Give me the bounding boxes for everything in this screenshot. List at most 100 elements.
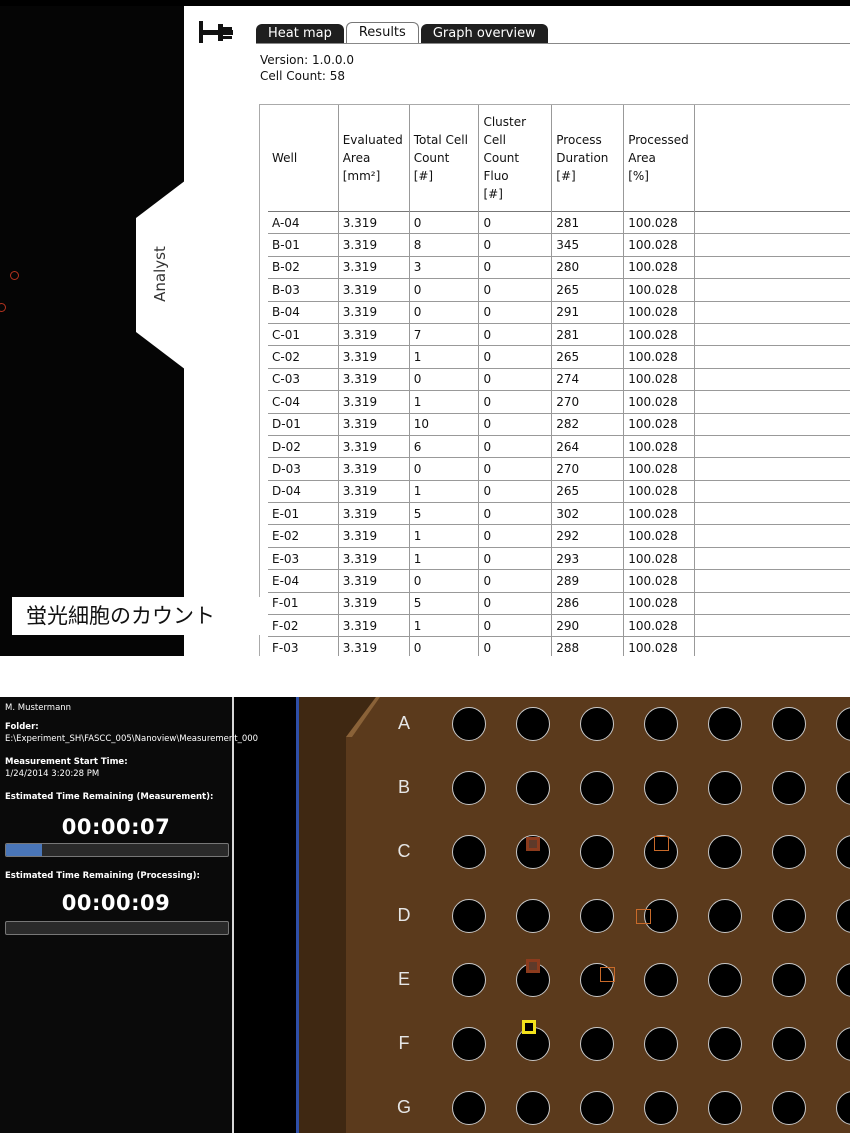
plate-well[interactable] — [708, 1091, 742, 1125]
plate-well[interactable] — [580, 1027, 614, 1061]
table-cell: E-04 — [268, 569, 339, 593]
plate-well[interactable] — [452, 1027, 486, 1061]
table-cell: 100.028 — [623, 390, 696, 414]
plate-well[interactable] — [708, 771, 742, 805]
plate-well[interactable] — [516, 899, 550, 933]
plate-well[interactable] — [708, 1027, 742, 1061]
detection-marker-outline — [636, 909, 651, 924]
table-row[interactable]: C-03 3.319 0 0 274 100.028 — [268, 368, 850, 392]
table-cell: 100.028 — [623, 278, 696, 302]
selected-well-marker — [522, 1020, 536, 1034]
table-row[interactable]: D-02 3.319 6 0 264 100.028 — [268, 435, 850, 459]
plate-well[interactable] — [580, 1091, 614, 1125]
table-row[interactable]: C-02 3.319 1 0 265 100.028 — [268, 345, 850, 369]
table-cell: 0 — [478, 413, 553, 436]
plate-well[interactable] — [580, 707, 614, 741]
tab-results[interactable]: Results — [345, 22, 419, 44]
plate-well[interactable] — [772, 1027, 806, 1061]
table-row[interactable]: F-02 3.319 1 0 290 100.028 — [268, 614, 850, 638]
table-cell: 3 — [409, 256, 480, 280]
well-plate-view[interactable]: A B C D E F G — [296, 697, 850, 1133]
column-header[interactable]: Processed Area [%] — [623, 105, 696, 212]
column-header[interactable]: Process Duration [#] — [551, 105, 625, 212]
table-cell: B-02 — [268, 256, 339, 280]
pin-icon[interactable] — [196, 18, 236, 48]
table-cell-empty — [694, 614, 850, 638]
plate-well[interactable] — [516, 771, 550, 805]
plate-well[interactable] — [708, 707, 742, 741]
table-cell: 0 — [478, 547, 553, 571]
table-row[interactable]: A-04 3.319 0 0 281 100.028 — [268, 211, 850, 235]
plate-well[interactable] — [516, 1091, 550, 1125]
table-cell: 100.028 — [623, 614, 696, 638]
plate-well[interactable] — [772, 835, 806, 869]
table-cell-empty — [694, 368, 850, 392]
plate-well[interactable] — [452, 899, 486, 933]
table-cell: 0 — [478, 233, 553, 257]
column-header[interactable]: Well — [268, 105, 339, 212]
tab-heat-map[interactable]: Heat map — [256, 24, 344, 44]
plate-well[interactable] — [644, 771, 678, 805]
table-row[interactable]: D-03 3.319 0 0 270 100.028 — [268, 457, 850, 481]
table-cell: B-03 — [268, 278, 339, 302]
table-cell: 270 — [551, 390, 625, 414]
plate-well[interactable] — [452, 835, 486, 869]
plate-well[interactable] — [708, 899, 742, 933]
table-cell: C-01 — [268, 323, 339, 347]
column-header[interactable]: Evaluated Area [mm²] — [338, 105, 410, 212]
plate-well[interactable] — [772, 771, 806, 805]
column-header[interactable]: Cluster Cell Count Fluo [#] — [478, 105, 553, 212]
table-row[interactable]: D-04 3.319 1 0 265 100.028 — [268, 480, 850, 504]
plate-well[interactable] — [452, 963, 486, 997]
plate-well[interactable] — [516, 707, 550, 741]
column-header-line: Total Cell — [413, 133, 468, 147]
tab-graph-overview[interactable]: Graph overview — [420, 24, 548, 44]
plate-well[interactable] — [644, 963, 678, 997]
plate-well[interactable] — [772, 899, 806, 933]
table-cell: 281 — [551, 211, 625, 235]
plate-well[interactable] — [772, 963, 806, 997]
plate-well[interactable] — [452, 771, 486, 805]
plate-well[interactable] — [644, 707, 678, 741]
table-row[interactable]: B-01 3.319 8 0 345 100.028 — [268, 233, 850, 257]
table-row[interactable]: E-02 3.319 1 0 292 100.028 — [268, 524, 850, 548]
column-header[interactable]: Total Cell Count [#] — [409, 105, 480, 212]
table-row[interactable]: B-02 3.319 3 0 280 100.028 — [268, 256, 850, 280]
table-cell: 1 — [409, 547, 480, 571]
detection-marker-outline — [654, 836, 669, 851]
plate-well[interactable] — [772, 707, 806, 741]
table-cell: 0 — [409, 301, 480, 324]
table-cell: 288 — [551, 636, 625, 656]
table-cell-empty — [694, 457, 850, 481]
column-header-line: Cluster — [483, 115, 527, 129]
table-row[interactable]: B-03 3.319 0 0 265 100.028 — [268, 278, 850, 302]
plate-well[interactable] — [580, 899, 614, 933]
plate-well[interactable] — [580, 835, 614, 869]
table-cell: 100.028 — [623, 502, 696, 526]
plate-well[interactable] — [452, 707, 486, 741]
tab-underline — [256, 43, 850, 44]
table-row[interactable]: C-01 3.319 7 0 281 100.028 — [268, 323, 850, 347]
table-row[interactable]: B-04 3.319 0 0 291 100.028 — [268, 301, 850, 324]
table-cell-empty — [694, 569, 850, 593]
plate-well[interactable] — [644, 1091, 678, 1125]
plate-well[interactable] — [452, 1091, 486, 1125]
table-row[interactable]: E-03 3.319 1 0 293 100.028 — [268, 547, 850, 571]
table-row[interactable]: F-03 3.319 0 0 288 100.028 — [268, 636, 850, 656]
plate-well[interactable] — [580, 771, 614, 805]
analyst-results-screen: Analyst Heat map Results Graph overview … — [0, 0, 850, 656]
plate-well[interactable] — [644, 1027, 678, 1061]
table-row[interactable]: E-01 3.319 5 0 302 100.028 — [268, 502, 850, 526]
table-cell: 0 — [409, 569, 480, 593]
plate-well[interactable] — [708, 963, 742, 997]
table-row[interactable]: D-01 3.319 10 0 282 100.028 — [268, 413, 850, 436]
column-header-line: [%] — [628, 169, 649, 183]
plate-well[interactable] — [772, 1091, 806, 1125]
table-cell: 291 — [551, 301, 625, 324]
plate-well[interactable] — [708, 835, 742, 869]
table-cell: 3.319 — [338, 636, 410, 656]
table-row[interactable]: C-04 3.319 1 0 270 100.028 — [268, 390, 850, 414]
table-row[interactable]: E-04 3.319 0 0 289 100.028 — [268, 569, 850, 593]
table-cell: E-03 — [268, 547, 339, 571]
table-row[interactable]: F-01 3.319 5 0 286 100.028 — [268, 592, 850, 616]
